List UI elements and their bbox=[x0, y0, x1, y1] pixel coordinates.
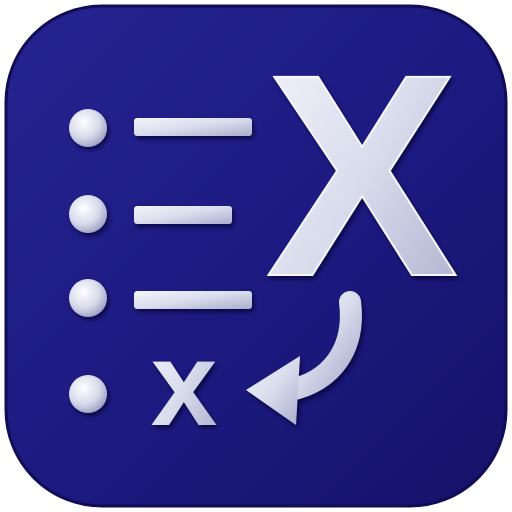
bullet-dot-4 bbox=[69, 375, 107, 413]
list-line-1 bbox=[134, 118, 252, 136]
big-x-letter: X bbox=[266, 15, 460, 337]
bullet-dot-3 bbox=[69, 279, 107, 317]
app-icon: X x bbox=[4, 4, 508, 508]
small-x-letter: x bbox=[151, 317, 218, 451]
list-line-3 bbox=[134, 291, 252, 309]
bullet-dot-2 bbox=[69, 195, 107, 233]
bullet-dot-1 bbox=[69, 109, 107, 147]
list-line-2 bbox=[134, 206, 232, 224]
